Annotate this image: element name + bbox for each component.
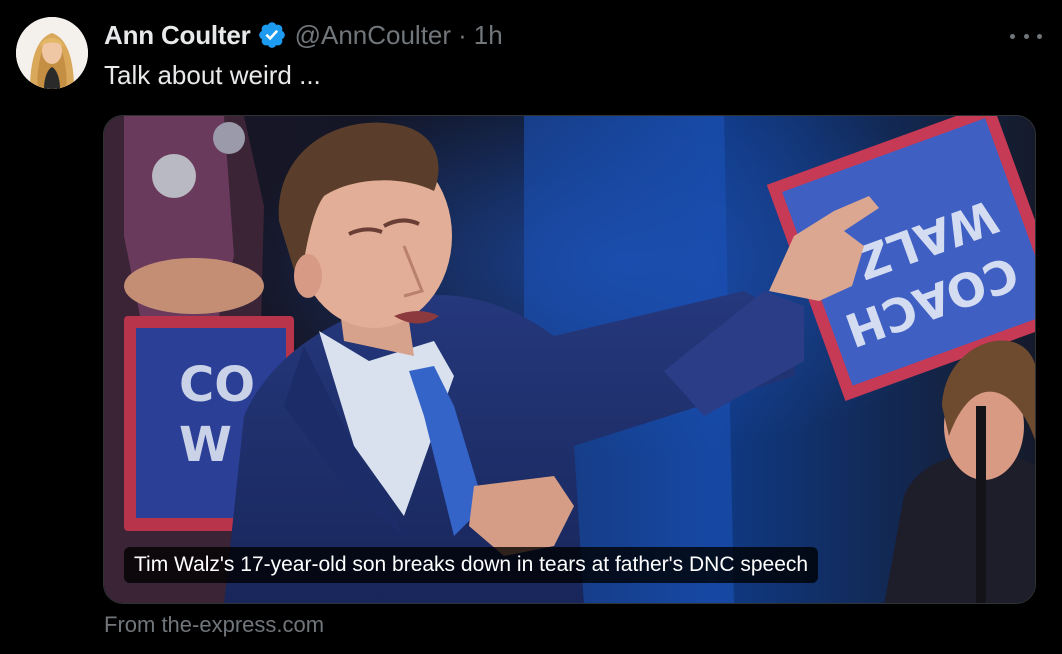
tweet-timestamp[interactable]: 1h: [474, 20, 503, 51]
tweet-text: Talk about weird ...: [104, 60, 321, 90]
tweet-header: Ann Coulter @AnnCoulter · 1h: [104, 18, 503, 52]
svg-text:W: W: [179, 417, 232, 473]
avatar-image: [16, 17, 88, 89]
header-separator: ·: [458, 19, 467, 50]
author-avatar[interactable]: [16, 17, 88, 89]
verified-badge-icon[interactable]: [257, 20, 287, 50]
author-handle[interactable]: @AnnCoulter: [295, 20, 451, 51]
more-options-icon[interactable]: [1010, 22, 1042, 50]
card-source[interactable]: From the-express.com: [104, 612, 324, 638]
author-display-name[interactable]: Ann Coulter: [104, 20, 251, 51]
tweet[interactable]: Ann Coulter @AnnCoulter · 1h Talk about …: [0, 0, 1062, 654]
card-photo: CO W WALZ COACH: [104, 116, 1035, 603]
svg-text:CO: CO: [179, 357, 255, 413]
card-caption: Tim Walz's 17-year-old son breaks down i…: [124, 547, 819, 583]
link-card[interactable]: CO W WALZ COACH Tim Walz's 17-year-old s…: [103, 115, 1036, 604]
